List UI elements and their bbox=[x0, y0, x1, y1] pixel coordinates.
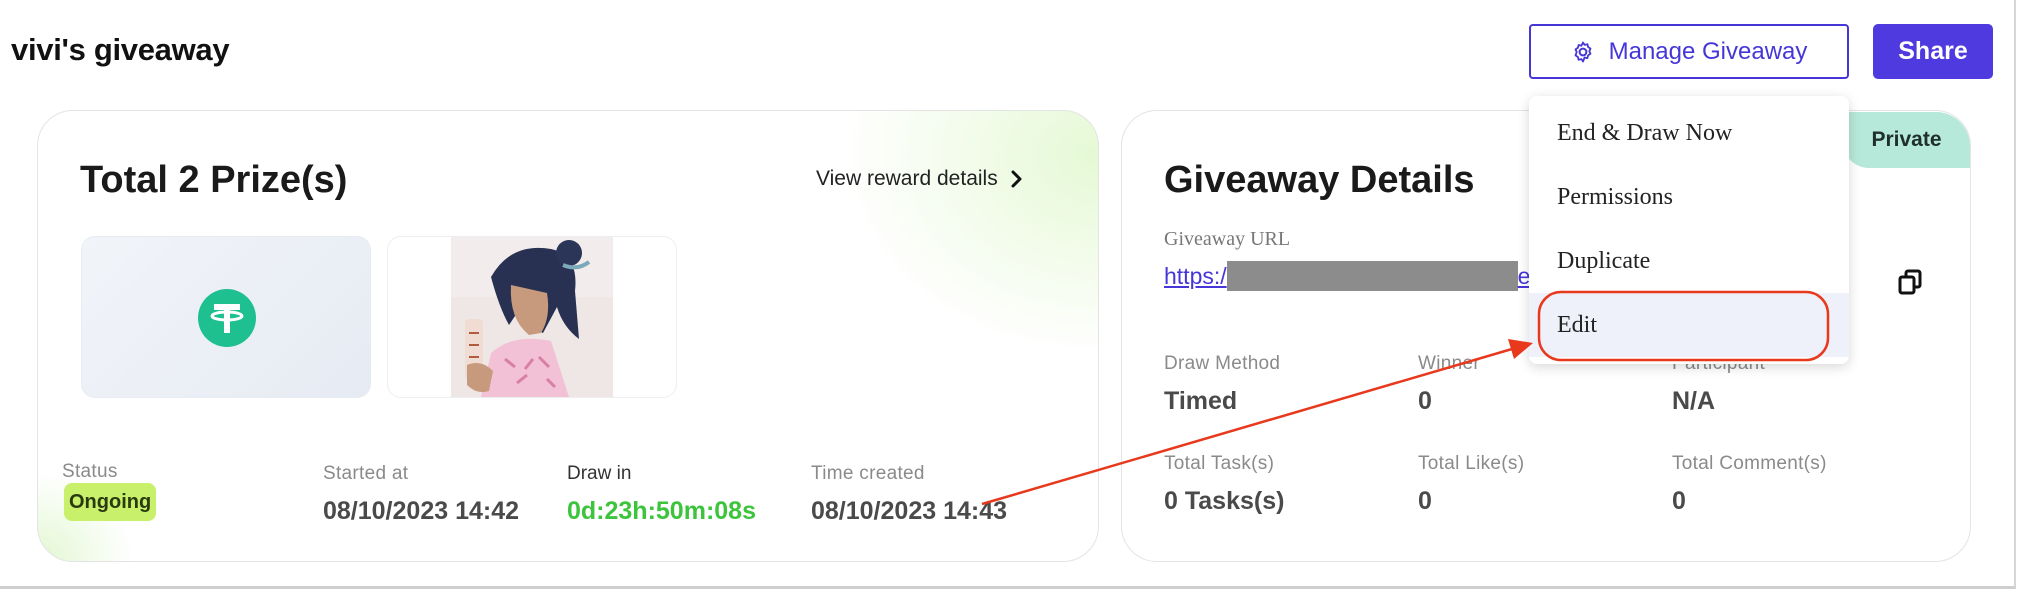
status-badge: Ongoing bbox=[64, 483, 157, 521]
anime-character-image bbox=[451, 237, 613, 397]
prize-tile-usdt[interactable] bbox=[81, 236, 371, 398]
stat-label-draw-method: Draw Method bbox=[1164, 353, 1281, 374]
manage-giveaway-label: Manage Giveaway bbox=[1608, 37, 1808, 65]
manage-giveaway-button[interactable]: Manage Giveaway bbox=[1529, 24, 1849, 79]
menu-item-edit[interactable]: Edit bbox=[1557, 312, 1597, 339]
share-button[interactable]: Share bbox=[1873, 24, 1993, 79]
stat-value-draw-method: Timed bbox=[1164, 387, 1238, 415]
prize-tile-nft[interactable] bbox=[387, 236, 677, 398]
redacted-url-block bbox=[1226, 261, 1518, 291]
menu-item-duplicate[interactable]: Duplicate bbox=[1557, 248, 1650, 275]
giveaway-url-prefix: https:/ bbox=[1164, 262, 1227, 289]
gear-icon bbox=[1574, 41, 1592, 62]
manage-giveaway-dropdown: End & Draw Now Permissions Duplicate Edi… bbox=[1529, 96, 1849, 364]
prizes-card: Total 2 Prize(s) View reward details Sta… bbox=[37, 110, 1099, 562]
time-created-label: Time created bbox=[811, 463, 925, 484]
menu-item-permissions[interactable]: Permissions bbox=[1557, 184, 1673, 211]
stat-label-total-comments: Total Comment(s) bbox=[1672, 453, 1827, 474]
details-title: Giveaway Details bbox=[1164, 159, 1475, 201]
prizes-title: Total 2 Prize(s) bbox=[80, 159, 348, 201]
giveaway-url-label: Giveaway URL bbox=[1164, 228, 1291, 250]
copy-icon[interactable] bbox=[1898, 269, 1922, 295]
giveaway-url-link[interactable]: https:/ e bbox=[1164, 261, 1530, 291]
stat-value-total-tasks: 0 Tasks(s) bbox=[1164, 487, 1285, 515]
status-label: Status bbox=[62, 461, 118, 482]
private-badge: Private bbox=[1843, 112, 1970, 168]
page-title: vivi's giveaway bbox=[11, 32, 230, 67]
stat-value-total-comments: 0 bbox=[1672, 487, 1686, 515]
started-at-value: 08/10/2023 14:42 bbox=[323, 497, 520, 525]
view-reward-details-label: View reward details bbox=[816, 167, 998, 190]
stat-value-participant: N/A bbox=[1672, 387, 1716, 415]
chevron-right-icon bbox=[1011, 170, 1022, 188]
draw-in-label: Draw in bbox=[567, 463, 632, 484]
tether-icon bbox=[198, 289, 256, 347]
view-reward-details-link[interactable]: View reward details bbox=[816, 167, 1022, 191]
menu-item-end-draw-now[interactable]: End & Draw Now bbox=[1557, 120, 1732, 147]
stat-label-total-tasks: Total Task(s) bbox=[1164, 453, 1275, 474]
app-frame: vivi's giveaway Manage Giveaway Share To… bbox=[0, 0, 2016, 589]
stat-value-total-likes: 0 bbox=[1418, 487, 1432, 515]
stat-value-winner: 0 bbox=[1418, 387, 1432, 415]
started-at-label: Started at bbox=[323, 463, 409, 484]
stat-label-winner: Winner bbox=[1418, 353, 1480, 374]
status-badge-text: Ongoing bbox=[64, 483, 157, 521]
time-created-value: 08/10/2023 14:43 bbox=[811, 497, 1008, 525]
stat-label-total-likes: Total Like(s) bbox=[1418, 453, 1525, 474]
draw-in-countdown: 0d:23h:50m:08s bbox=[567, 497, 756, 525]
